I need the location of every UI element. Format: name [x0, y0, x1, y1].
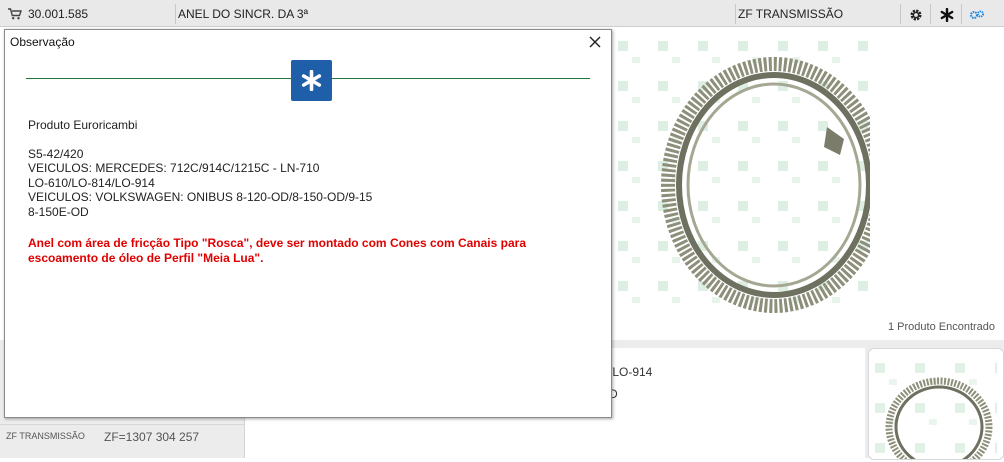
- observation-line: 8-150E-OD: [28, 205, 89, 219]
- column-divider: [930, 4, 931, 24]
- result-row[interactable]: 30.001.585 ANEL DO SINCR. DA 3ª ZF TRANS…: [0, 0, 1004, 27]
- cart-icon[interactable]: [8, 8, 22, 20]
- details-line: /LO-914: [609, 365, 653, 379]
- column-divider: [961, 4, 962, 24]
- asterisk-icon[interactable]: [940, 8, 954, 22]
- reference-row: ZF TRANSMISSÃO ZF=1307 304 257: [0, 424, 244, 449]
- column-divider: [900, 4, 901, 24]
- observation-dialog: Observação Produto Euroricambi S5-42/420…: [4, 29, 612, 418]
- reference-code: ZF=1307 304 257: [104, 430, 200, 444]
- observation-line: VEICULOS: VOLKSWAGEN: ONIBUS 8-120-OD/8-…: [28, 190, 373, 204]
- product-thumbnail[interactable]: [868, 348, 1004, 462]
- observation-line: VEICULOS: MERCEDES: 712C/914C/1215C - LN…: [28, 161, 320, 175]
- warning-line: Anel com área de fricção Tipo "Rosca", d…: [28, 236, 526, 250]
- product-image[interactable]: [612, 27, 887, 317]
- observation-line: S5-42/420: [28, 147, 84, 161]
- asterisk-icon: [301, 70, 322, 91]
- column-divider: [175, 4, 176, 24]
- close-icon[interactable]: [585, 32, 605, 52]
- gears-icon[interactable]: [969, 8, 985, 22]
- product-code: 30.001.585: [28, 7, 89, 21]
- sync-ring-image: [612, 27, 887, 317]
- product-description: ANEL DO SINCR. DA 3ª: [178, 7, 309, 21]
- observation-line: LO-610/LO-814/LO-914: [28, 176, 155, 190]
- warning-line: escoamento de óleo de Perfil "Meia Lua".: [28, 251, 264, 265]
- column-divider: [735, 4, 736, 24]
- gear-icon[interactable]: [909, 8, 923, 22]
- dialog-title: Observação: [10, 35, 75, 49]
- product-brand: ZF TRANSMISSÃO: [738, 7, 844, 21]
- results-count: 1 Produto Encontrado: [888, 321, 996, 333]
- sync-ring-thumbnail: [875, 355, 997, 462]
- reference-brand: ZF TRANSMISSÃO: [6, 431, 85, 441]
- asterisk-badge: [291, 60, 332, 101]
- observation-intro: Produto Euroricambi: [28, 118, 138, 132]
